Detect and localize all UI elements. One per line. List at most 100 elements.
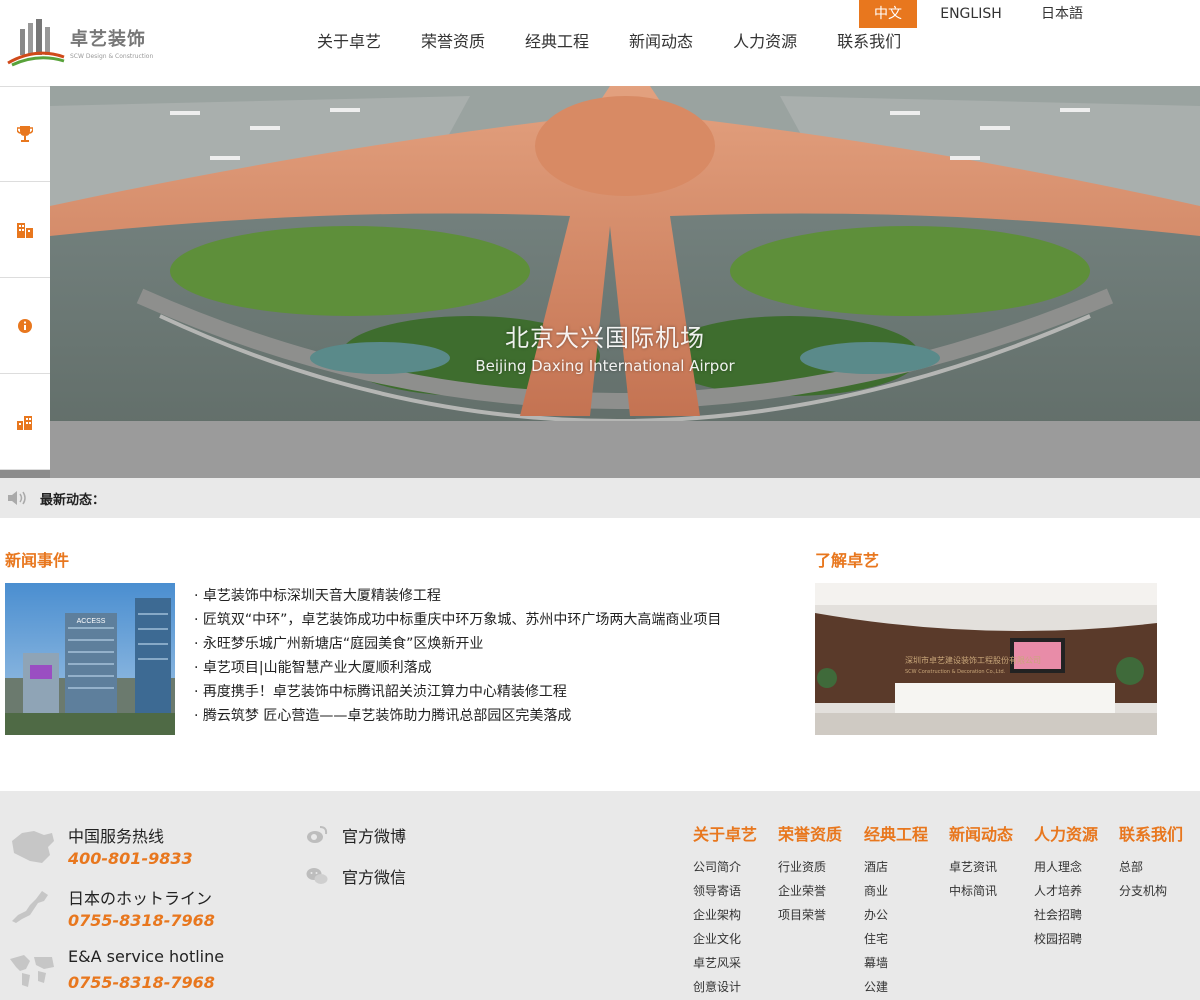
footer-link[interactable]: 企业文化 (693, 927, 757, 951)
social-wechat[interactable]: 官方微信 (306, 864, 406, 888)
footer-link[interactable]: 人才培养 (1034, 879, 1098, 903)
nav-contact[interactable]: 联系我们 (837, 28, 901, 56)
footer-col-title[interactable]: 新闻动态 (949, 821, 1013, 845)
hero-banner[interactable]: 北京大兴国际机场 Beijing Daxing International Ai… (0, 86, 1200, 478)
banner-caption: 北京大兴国际机场 Beijing Daxing International Ai… (470, 318, 740, 375)
lang-japanese[interactable]: 日本語 (1030, 0, 1094, 28)
hotline-china: 中国服务热线 400-801-9833 (8, 823, 268, 881)
hotline-global: E&A service hotline 0755-8318-7968 (8, 947, 268, 1000)
nav-projects[interactable]: 经典工程 (525, 28, 589, 56)
about-company-image[interactable]: 深圳市卓艺建设装饰工程股份有限公司 SCW Construction & Dec… (815, 583, 1157, 735)
footer-col-news: 新闻动态 卓艺资讯 中标简讯 (949, 821, 1013, 903)
news-item[interactable]: · 卓艺项目|山能智慧产业大厦顺利落成 (194, 656, 721, 680)
footer-col-about: 关于卓艺 公司简介 领导寄语 企业架构 企业文化 卓艺风采 创意设计 (693, 821, 757, 999)
weibo-label: 官方微博 (342, 827, 407, 846)
lang-chinese[interactable]: 中文 (859, 0, 917, 28)
footer-col-title[interactable]: 经典工程 (864, 821, 928, 845)
footer-link[interactable]: 中标简讯 (949, 879, 1013, 903)
footer-link[interactable]: 卓艺资讯 (949, 855, 1013, 879)
banner-caption-en: Beijing Daxing International Airpor (475, 357, 735, 375)
trophy-icon (17, 126, 33, 142)
footer-link[interactable]: 幕墙 (864, 951, 928, 975)
footer-link[interactable]: 行业资质 (778, 855, 842, 879)
latest-news-bar: 最新动态： (0, 478, 1200, 518)
footer-link[interactable]: 用人理念 (1034, 855, 1098, 879)
japan-map-icon (12, 891, 48, 923)
hotline-japan-number[interactable]: 0755-8318-7968 (68, 911, 215, 930)
footer-link[interactable]: 商业 (864, 879, 928, 903)
news-item[interactable]: · 腾云筑梦 匠心营造——卓艺装饰助力腾讯总部园区完美落成 (194, 704, 721, 728)
footer-link[interactable]: 公建 (864, 975, 928, 999)
footer-link[interactable]: 总部 (1119, 855, 1183, 879)
nav-honors[interactable]: 荣誉资质 (421, 28, 485, 56)
news-section-title[interactable]: 新闻事件 (5, 547, 69, 571)
site-footer: 中国服务热线 400-801-9833 日本のホットライン 0755-8318-… (0, 791, 1200, 1000)
company-wall-text: 深圳市卓艺建设装饰工程股份有限公司 (905, 655, 1041, 665)
info-icon (18, 318, 32, 333)
footer-link[interactable]: 项目荣誉 (778, 903, 842, 927)
side-toolbar (0, 86, 50, 470)
side-item-info[interactable] (0, 278, 50, 374)
about-section-title[interactable]: 了解卓艺 (815, 547, 879, 571)
footer-col-contact: 联系我们 总部 分支机构 (1119, 821, 1183, 903)
footer-link[interactable]: 住宅 (864, 927, 928, 951)
airport-aerial-image (50, 86, 1200, 478)
news-thumbnail[interactable]: ACCESS (5, 583, 175, 735)
banner-caption-cn: 北京大兴国际机场 (505, 324, 705, 352)
footer-col-title[interactable]: 联系我们 (1119, 821, 1183, 845)
footer-link[interactable]: 卓艺风采 (693, 951, 757, 975)
side-item-stats[interactable] (0, 374, 50, 470)
site-header: 卓艺装饰 SCW Design & Construction 中文 ENGLIS… (0, 0, 1200, 86)
brand-name: 卓艺装饰 (70, 28, 146, 50)
footer-link[interactable]: 企业荣誉 (778, 879, 842, 903)
footer-link[interactable]: 企业架构 (693, 903, 757, 927)
footer-col-title[interactable]: 人力资源 (1034, 821, 1098, 845)
hotline-china-title: 中国服务热线 (68, 827, 165, 846)
side-item-honors[interactable] (0, 86, 50, 182)
news-item[interactable]: · 永旺梦乐城广州新塘店“庭园美食”区焕新开业 (194, 632, 721, 656)
lang-english[interactable]: ENGLISH (930, 0, 1012, 28)
company-wall-text-en: SCW Construction & Decoration Co.,Ltd. (905, 669, 1006, 675)
speaker-icon (8, 491, 26, 505)
logo-mark-icon (6, 17, 66, 67)
footer-link[interactable]: 公司简介 (693, 855, 757, 879)
footer-col-hr: 人力资源 用人理念 人才培养 社会招聘 校园招聘 (1034, 821, 1098, 951)
china-map-icon (12, 831, 54, 863)
hotline-china-number[interactable]: 400-801-9833 (68, 849, 193, 868)
wechat-label: 官方微信 (342, 868, 407, 887)
hotline-global-number[interactable]: 0755-8318-7968 (68, 973, 215, 992)
footer-link[interactable]: 办公 (864, 903, 928, 927)
wechat-icon (306, 868, 328, 884)
world-map-icon (10, 955, 54, 987)
hotline-global-title: E&A service hotline (68, 947, 225, 966)
news-item[interactable]: · 匠筑双“中环”，卓艺装饰成功中标重庆中环万象城、苏州中环广场两大高端商业项目 (194, 608, 721, 632)
footer-col-title[interactable]: 关于卓艺 (693, 821, 757, 845)
nav-hr[interactable]: 人力资源 (733, 28, 797, 56)
brand-logo[interactable]: 卓艺装饰 SCW Design & Construction (6, 14, 156, 70)
nav-about[interactable]: 关于卓艺 (317, 28, 381, 56)
brand-name-en: SCW Design & Construction (70, 52, 154, 60)
side-item-projects[interactable] (0, 182, 50, 278)
weibo-icon (307, 826, 328, 843)
footer-link[interactable]: 社会招聘 (1034, 903, 1098, 927)
footer-col-honors: 荣誉资质 行业资质 企业荣誉 项目荣誉 (778, 821, 842, 927)
news-list: · 卓艺装饰中标深圳天音大厦精装修工程 · 匠筑双“中环”，卓艺装饰成功中标重庆… (194, 584, 721, 728)
hotline-japan: 日本のホットライン 0755-8318-7968 (8, 885, 268, 943)
footer-link[interactable]: 校园招聘 (1034, 927, 1098, 951)
footer-link[interactable]: 领导寄语 (693, 879, 757, 903)
building-sign-text: ACCESS (77, 618, 106, 625)
news-item[interactable]: · 再度携手！卓艺装饰中标腾讯韶关浈江算力中心精装修工程 (194, 680, 721, 704)
main-nav: 关于卓艺 荣誉资质 经典工程 新闻动态 人力资源 联系我们 (300, 28, 941, 56)
footer-col-projects: 经典工程 酒店 商业 办公 住宅 幕墙 公建 (864, 821, 928, 999)
footer-col-title[interactable]: 荣誉资质 (778, 821, 842, 845)
nav-news[interactable]: 新闻动态 (629, 28, 693, 56)
footer-link[interactable]: 酒店 (864, 855, 928, 879)
footer-link[interactable]: 创意设计 (693, 975, 757, 999)
social-weibo[interactable]: 官方微博 (306, 823, 406, 847)
building-icon (17, 222, 33, 238)
hotline-japan-title: 日本のホットライン (68, 889, 213, 908)
chart-building-icon (17, 415, 32, 430)
footer-link[interactable]: 分支机构 (1119, 879, 1183, 903)
latest-news-label: 最新动态： (40, 492, 106, 508)
news-item[interactable]: · 卓艺装饰中标深圳天音大厦精装修工程 (194, 584, 721, 608)
